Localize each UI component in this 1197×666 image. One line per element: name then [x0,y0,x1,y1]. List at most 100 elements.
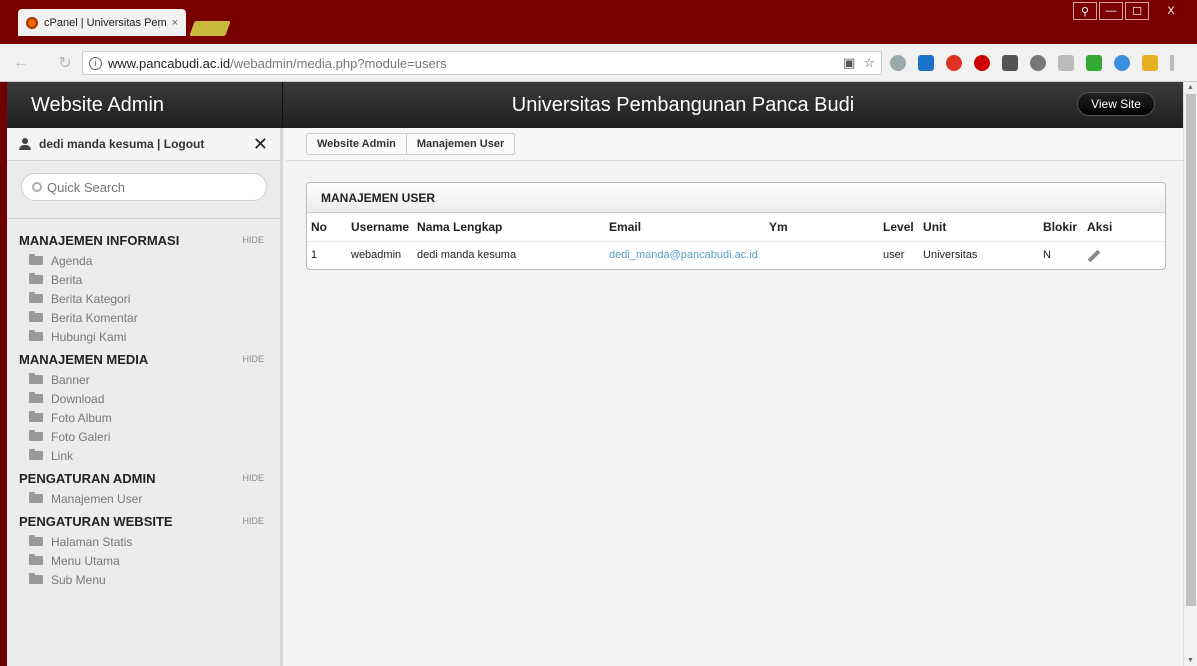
menu-section-informasi: MANAJEMEN INFORMASI HIDE Agenda Berita B… [19,229,280,346]
section-header: PENGATURAN ADMIN HIDE [19,467,280,489]
sidebar-item-banner[interactable]: Banner [19,370,280,389]
translate-icon[interactable]: ▣ [843,55,855,71]
col-no: No [311,219,327,234]
sidebar-item-label: Link [51,448,74,463]
section-title: MANAJEMEN INFORMASI [19,232,180,248]
section-header: MANAJEMEN INFORMASI HIDE [19,229,280,251]
extension-10-icon[interactable] [1142,55,1158,71]
sidebar-item-berita[interactable]: Berita [19,270,280,289]
sidebar-item-hubungi-kami[interactable]: Hubungi Kami [19,327,280,346]
adblock-icon[interactable] [974,55,990,71]
users-table: No Username Nama Lengkap Email Ym Level … [307,213,1165,269]
sidebar-item-foto-album[interactable]: Foto Album [19,408,280,427]
breadcrumb: Website Admin Manajemen User [306,133,516,155]
menu-section-media: MANAJEMEN MEDIA HIDE Banner Download Fot… [19,348,280,465]
sidebar-item-manajemen-user[interactable]: Manajemen User [19,489,280,508]
address-bar[interactable]: i www.pancabudi.ac.id /webadmin/media.ph… [82,51,882,75]
cell-nama-lengkap: dedi manda kesuma [413,240,606,269]
sidebar-item-label: Foto Album [51,410,112,425]
sidebar-item-berita-komentar[interactable]: Berita Komentar [19,308,280,327]
sidebar-item-label: Banner [51,372,90,387]
section-title: MANAJEMEN MEDIA [19,351,149,367]
quick-search-input[interactable] [47,179,247,195]
scroll-down-arrow-icon[interactable]: ▼ [1187,657,1194,664]
extension-9-icon[interactable] [1114,55,1130,71]
browser-tab[interactable]: cPanel | Universitas Pem × [18,9,186,36]
col-username: Username [351,219,410,234]
sidebar-item-label: Manajemen User [51,491,143,506]
close-sidebar-icon[interactable]: ✕ [253,134,268,155]
table-header-row: No Username Nama Lengkap Email Ym Level … [307,213,1165,241]
extension-2-icon[interactable] [918,55,934,71]
tab-close-icon[interactable]: × [172,17,178,29]
sidebar: dedi manda kesuma | Logout ✕ MANAJEMEN I… [7,128,283,666]
main-content: Website Admin Manajemen User MANAJEMEN U… [286,128,1183,666]
back-arrow-icon[interactable]: ← [10,52,32,74]
col-nama-lengkap: Nama Lengkap [417,219,503,234]
info-icon[interactable]: i [89,56,102,70]
sidebar-item-link[interactable]: Link [19,446,280,465]
minimize-button[interactable]: — [1099,2,1123,20]
sidebar-item-label: Foto Galeri [51,429,111,444]
tab-title: cPanel | Universitas Pem [44,16,167,29]
user-logout-link[interactable]: dedi manda kesuma | Logout [39,137,253,151]
cell-no: 1 [307,240,347,269]
bookmark-star-icon[interactable]: ☆ [863,55,875,71]
section-hide-toggle[interactable]: HIDE [242,235,264,245]
sidebar-item-label: Menu Utama [51,553,120,568]
sidebar-item-halaman-statis[interactable]: Halaman Statis [19,532,280,551]
reload-icon[interactable]: ↻ [54,52,76,74]
extension-6-icon[interactable] [1030,55,1046,71]
url-path: /webadmin/media.php?module=users [230,55,447,71]
sidebar-item-agenda[interactable]: Agenda [19,251,280,270]
quick-search-box [21,173,267,201]
sidebar-item-label: Berita [51,272,83,287]
sidebar-item-sub-menu[interactable]: Sub Menu [19,570,280,589]
breadcrumb-item-website-admin[interactable]: Website Admin [307,134,407,154]
cell-ym [765,240,880,269]
user-bar: dedi manda kesuma | Logout ✕ [7,128,280,161]
col-blokir: Blokir [1043,219,1078,234]
breadcrumb-item-manajemen-user[interactable]: Manajemen User [407,134,514,154]
section-hide-toggle[interactable]: HIDE [242,473,264,483]
extension-3-icon[interactable] [946,55,962,71]
cell-unit: Universitas [919,240,1040,269]
new-tab-button[interactable] [189,21,231,36]
cell-email: dedi_manda@pancabudi.ac.id [605,240,766,269]
folder-icon [29,492,43,503]
search-icon [32,182,42,192]
folder-icon [29,292,43,303]
profile-icon[interactable]: ⚲ [1073,2,1097,20]
cell-username: webadmin [347,240,414,269]
folder-icon [29,411,43,422]
extension-1-icon[interactable] [890,55,906,71]
page-scrollbar[interactable]: ▲ ▼ [1183,82,1197,666]
view-site-button[interactable]: View Site [1077,92,1155,116]
cell-level: user [879,240,920,269]
edit-pencil-icon[interactable] [1087,249,1101,263]
sidebar-item-foto-galeri[interactable]: Foto Galeri [19,427,280,446]
folder-icon [29,273,43,284]
section-hide-toggle[interactable]: HIDE [242,516,264,526]
breadcrumb-bar: Website Admin Manajemen User [286,128,1183,161]
close-window-button[interactable]: X [1151,2,1191,20]
section-title: PENGATURAN WEBSITE [19,513,173,529]
chrome-menu-icon[interactable] [1170,55,1174,71]
scroll-up-arrow-icon[interactable]: ▲ [1187,84,1194,91]
maximize-button[interactable]: ☐ [1125,2,1149,20]
email-link[interactable]: dedi_manda@pancabudi.ac.id [609,249,758,261]
col-email: Email [609,219,642,234]
sidebar-item-label: Sub Menu [51,572,106,587]
extension-7-icon[interactable] [1058,55,1074,71]
scrollbar-thumb[interactable] [1186,94,1196,606]
extension-8-icon[interactable] [1086,55,1102,71]
sidebar-item-download[interactable]: Download [19,389,280,408]
extension-5-icon[interactable] [1002,55,1018,71]
sidebar-item-menu-utama[interactable]: Menu Utama [19,551,280,570]
col-aksi: Aksi [1087,219,1113,234]
folder-icon [29,392,43,403]
folder-icon [29,554,43,565]
sidebar-item-berita-kategori[interactable]: Berita Kategori [19,289,280,308]
folder-icon [29,535,43,546]
section-hide-toggle[interactable]: HIDE [242,354,264,364]
